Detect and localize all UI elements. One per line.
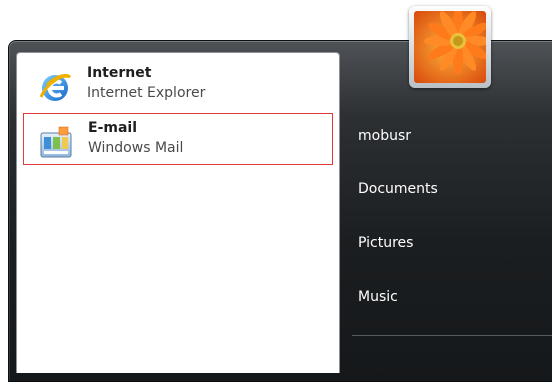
right-item-pictures[interactable]: Pictures — [358, 235, 413, 251]
pinned-item-title: E-mail — [88, 120, 138, 136]
start-menu-left-pane: Internet Internet Explorer E-mail Window… — [16, 52, 340, 373]
internet-explorer-icon — [39, 74, 72, 101]
right-pane-divider — [352, 335, 552, 336]
user-avatar[interactable] — [409, 6, 491, 88]
windows-mail-icon — [40, 126, 72, 158]
right-item-documents[interactable]: Documents — [358, 181, 438, 197]
pinned-item-title: Internet — [87, 65, 152, 81]
right-item-music[interactable]: Music — [358, 289, 398, 305]
pinned-item-subtitle: Internet Explorer — [87, 85, 206, 101]
pinned-item-internet[interactable]: Internet Internet Explorer — [23, 59, 333, 111]
pinned-item-subtitle: Windows Mail — [88, 140, 184, 156]
pinned-item-email[interactable]: E-mail Windows Mail — [23, 113, 333, 165]
flower-user-picture — [414, 11, 486, 83]
right-item-user-folder[interactable]: mobusr — [358, 128, 411, 144]
